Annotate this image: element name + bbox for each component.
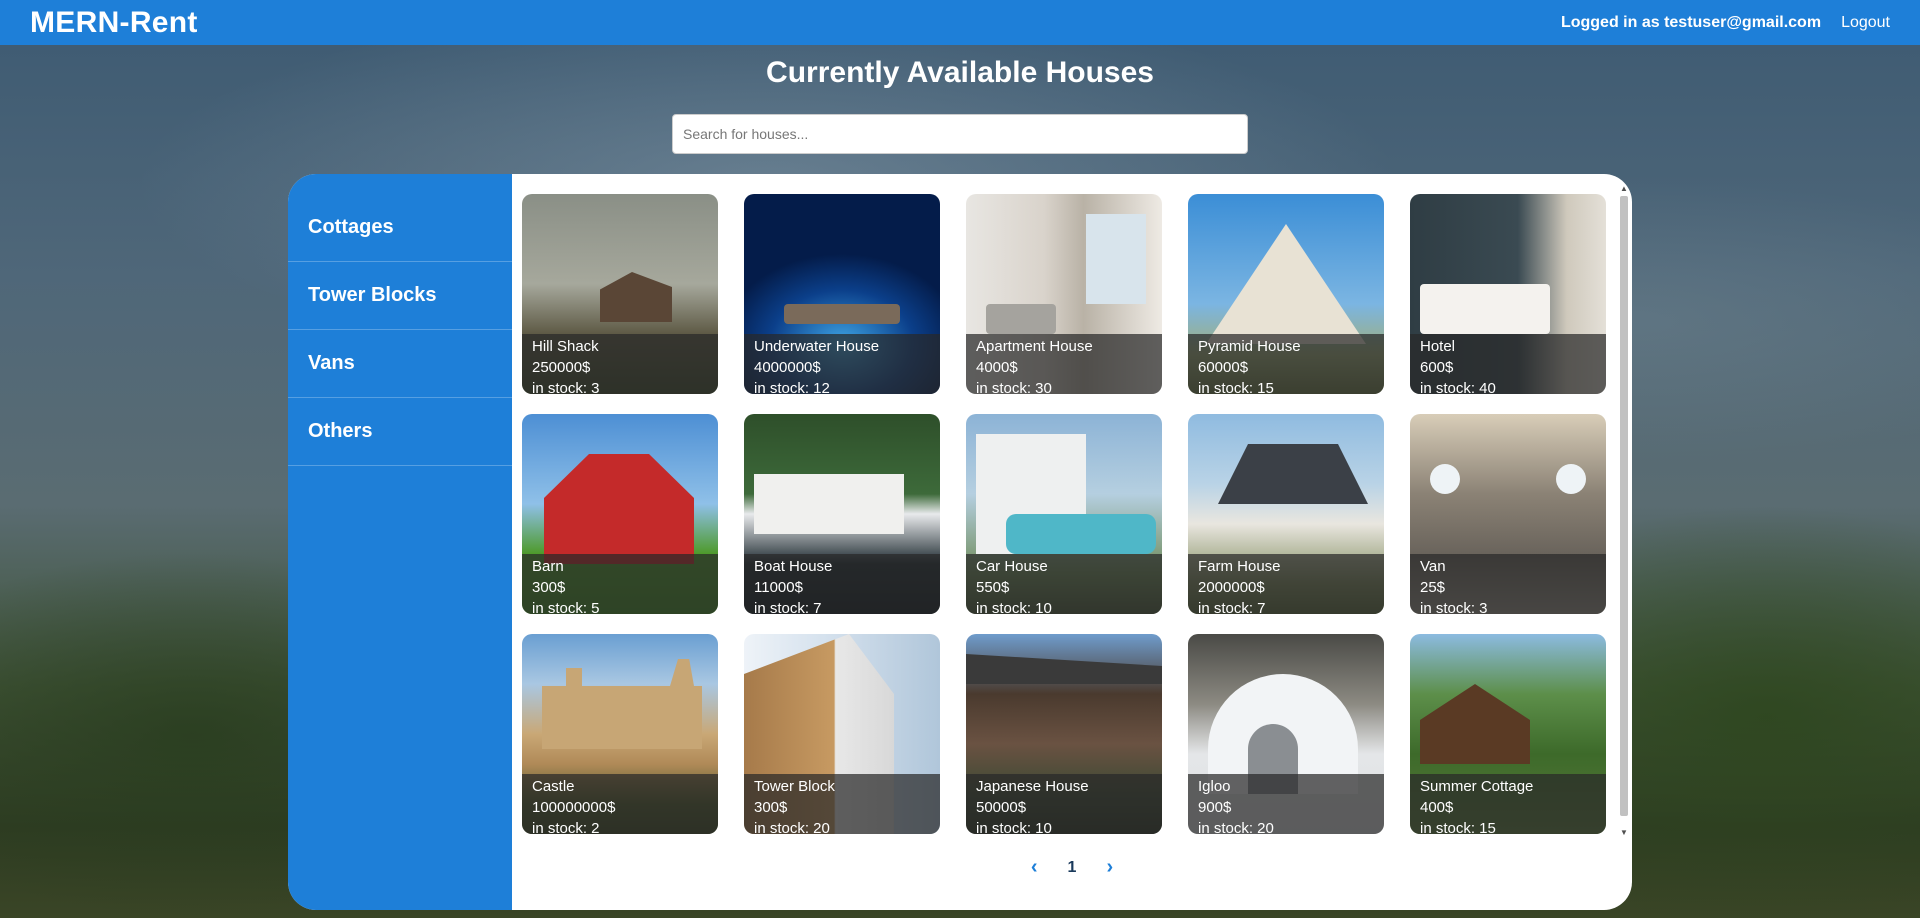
sidebar-item-others[interactable]: Others bbox=[288, 398, 512, 466]
logged-in-user: Logged in as testuser@gmail.com bbox=[1560, 13, 1822, 31]
house-stock: in stock: 15 bbox=[1420, 820, 1496, 834]
house-stock: in stock: 3 bbox=[532, 380, 600, 394]
house-price: 300$ bbox=[532, 579, 566, 596]
house-name: Igloo bbox=[1198, 778, 1231, 795]
house-name: Japanese House bbox=[976, 778, 1089, 795]
sidebar-item-cottages[interactable]: Cottages bbox=[288, 194, 512, 262]
house-card[interactable]: Tower Block 300$ in stock: 20 bbox=[744, 634, 940, 834]
house-info: Hill Shack 250000$ in stock: 3 bbox=[522, 334, 718, 394]
house-card[interactable]: Apartment House 4000$ in stock: 30 bbox=[966, 194, 1162, 394]
house-card[interactable]: Igloo 900$ in stock: 20 bbox=[1188, 634, 1384, 834]
house-price: 900$ bbox=[1198, 799, 1232, 816]
house-stock: in stock: 12 bbox=[754, 380, 830, 394]
house-info: Pyramid House 60000$ in stock: 15 bbox=[1188, 334, 1384, 394]
house-name: Summer Cottage bbox=[1420, 778, 1534, 795]
house-stock: in stock: 30 bbox=[976, 380, 1052, 394]
house-price: 600$ bbox=[1420, 359, 1454, 376]
house-card[interactable]: Farm House 2000000$ in stock: 7 bbox=[1188, 414, 1384, 614]
house-stock: in stock: 3 bbox=[1420, 600, 1488, 614]
scroll-up-arrow-icon[interactable]: ▲ bbox=[1620, 184, 1628, 193]
house-name: Pyramid House bbox=[1198, 338, 1301, 355]
house-stock: in stock: 15 bbox=[1198, 380, 1274, 394]
sidebar-item-tower-blocks[interactable]: Tower Blocks bbox=[288, 262, 512, 330]
house-card[interactable]: Car House 550$ in stock: 10 bbox=[966, 414, 1162, 614]
house-name: Boat House bbox=[754, 558, 833, 575]
house-stock: in stock: 7 bbox=[754, 600, 822, 614]
house-card[interactable]: Pyramid House 60000$ in stock: 15 bbox=[1188, 194, 1384, 394]
house-info: Tower Block 300$ in stock: 20 bbox=[744, 774, 940, 834]
page-number[interactable]: 1 bbox=[1068, 859, 1077, 877]
brand-logo[interactable]: MERN-Rent bbox=[30, 6, 198, 40]
house-card[interactable]: Hill Shack 250000$ in stock: 3 bbox=[522, 194, 718, 394]
scroll-thumb[interactable] bbox=[1620, 196, 1628, 816]
house-info: Castle 100000000$ in stock: 2 bbox=[522, 774, 718, 834]
house-price: 400$ bbox=[1420, 799, 1454, 816]
pagination: ‹ 1 › bbox=[512, 856, 1632, 879]
house-price: 250000$ bbox=[532, 359, 591, 376]
house-stock: in stock: 20 bbox=[1198, 820, 1274, 834]
house-name: Hotel bbox=[1420, 338, 1456, 355]
house-price: 4000000$ bbox=[754, 359, 821, 376]
house-price: 4000$ bbox=[976, 359, 1018, 376]
house-stock: in stock: 2 bbox=[532, 820, 600, 834]
house-price: 50000$ bbox=[976, 799, 1027, 816]
scrollbar[interactable]: ▲ ▼ bbox=[1620, 180, 1630, 840]
house-card[interactable]: Underwater House 4000000$ in stock: 12 bbox=[744, 194, 940, 394]
house-info: Boat House 11000$ in stock: 7 bbox=[744, 554, 940, 614]
house-info: Van 25$ in stock: 3 bbox=[1410, 554, 1606, 614]
house-name: Castle bbox=[532, 778, 575, 795]
house-info: Farm House 2000000$ in stock: 7 bbox=[1188, 554, 1384, 614]
logout-link[interactable]: Logout bbox=[1841, 14, 1890, 32]
house-card[interactable]: Summer Cottage 400$ in stock: 15 bbox=[1410, 634, 1606, 834]
house-name: Hill Shack bbox=[532, 338, 599, 355]
house-price: 550$ bbox=[976, 579, 1010, 596]
house-info: Japanese House 50000$ in stock: 10 bbox=[966, 774, 1162, 834]
house-price: 60000$ bbox=[1198, 359, 1249, 376]
house-info: Igloo 900$ in stock: 20 bbox=[1188, 774, 1384, 834]
house-name: Tower Block bbox=[754, 778, 835, 795]
house-info: Underwater House 4000000$ in stock: 12 bbox=[744, 334, 940, 394]
listing-panel: Cottages Tower Blocks Vans Others Hill S… bbox=[288, 174, 1632, 910]
navbar: MERN-Rent Logged in as testuser@gmail.co… bbox=[0, 0, 1920, 45]
house-name: Barn bbox=[532, 558, 564, 575]
page-title: Currently Available Houses bbox=[766, 56, 1154, 89]
house-info: Hotel 600$ in stock: 40 bbox=[1410, 334, 1606, 394]
house-price: 100000000$ bbox=[532, 799, 616, 816]
house-stock: in stock: 40 bbox=[1420, 380, 1496, 394]
house-info: Barn 300$ in stock: 5 bbox=[522, 554, 718, 614]
house-price: 2000000$ bbox=[1198, 579, 1265, 596]
house-info: Summer Cottage 400$ in stock: 15 bbox=[1410, 774, 1606, 834]
house-stock: in stock: 10 bbox=[976, 820, 1052, 834]
house-card[interactable]: Japanese House 50000$ in stock: 10 bbox=[966, 634, 1162, 834]
chevron-right-icon[interactable]: › bbox=[1106, 856, 1113, 879]
house-stock: in stock: 10 bbox=[976, 600, 1052, 614]
house-list: Hill Shack 250000$ in stock: 3 Underwate… bbox=[512, 174, 1632, 910]
house-stock: in stock: 7 bbox=[1198, 600, 1266, 614]
category-sidebar: Cottages Tower Blocks Vans Others bbox=[288, 174, 512, 910]
house-price: 300$ bbox=[754, 799, 788, 816]
house-info: Car House 550$ in stock: 10 bbox=[966, 554, 1162, 614]
house-name: Underwater House bbox=[754, 338, 880, 355]
house-price: 25$ bbox=[1420, 579, 1446, 596]
house-name: Apartment House bbox=[976, 338, 1093, 355]
chevron-left-icon[interactable]: ‹ bbox=[1031, 856, 1038, 879]
nav-right: Logged in as testuser@gmail.com Logout bbox=[1561, 14, 1890, 32]
house-name: Car House bbox=[976, 558, 1048, 575]
house-name: Farm House bbox=[1198, 558, 1281, 575]
house-stock: in stock: 5 bbox=[532, 600, 600, 614]
house-grid: Hill Shack 250000$ in stock: 3 Underwate… bbox=[522, 194, 1606, 834]
search-input[interactable] bbox=[672, 114, 1248, 154]
house-card[interactable]: Hotel 600$ in stock: 40 bbox=[1410, 194, 1606, 394]
sidebar-item-vans[interactable]: Vans bbox=[288, 330, 512, 398]
house-stock: in stock: 20 bbox=[754, 820, 830, 834]
house-card[interactable]: Barn 300$ in stock: 5 bbox=[522, 414, 718, 614]
house-card[interactable]: Castle 100000000$ in stock: 2 bbox=[522, 634, 718, 834]
scroll-down-arrow-icon[interactable]: ▼ bbox=[1620, 828, 1628, 837]
house-name: Van bbox=[1420, 558, 1446, 575]
house-info: Apartment House 4000$ in stock: 30 bbox=[966, 334, 1162, 394]
house-price: 11000$ bbox=[754, 579, 803, 596]
house-card[interactable]: Boat House 11000$ in stock: 7 bbox=[744, 414, 940, 614]
house-card[interactable]: Van 25$ in stock: 3 bbox=[1410, 414, 1606, 614]
